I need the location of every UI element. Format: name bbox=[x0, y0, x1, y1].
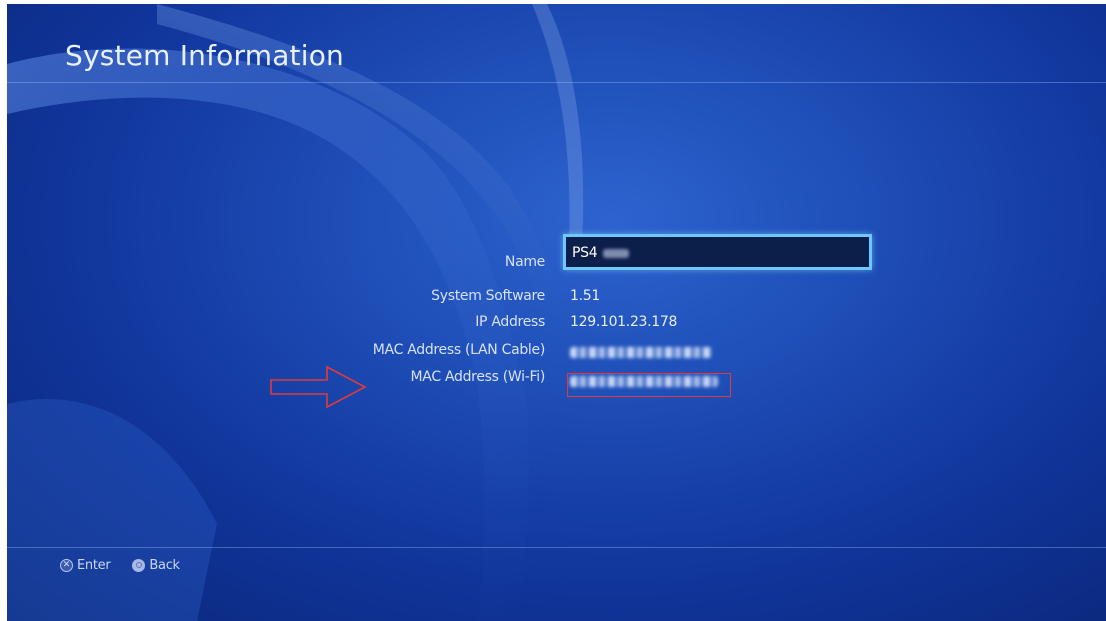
background-wave bbox=[7, 4, 584, 621]
enter-label: Enter bbox=[77, 557, 111, 573]
footer-controls: ✕ Enter Back bbox=[60, 555, 202, 575]
header-divider bbox=[7, 82, 1106, 83]
mac-lan-value bbox=[570, 342, 712, 362]
system-software-label: System Software bbox=[431, 288, 545, 304]
footer-divider bbox=[7, 547, 1106, 548]
circle-button-icon bbox=[132, 558, 146, 572]
info-row-system-software: System Software 1.51 bbox=[7, 288, 1106, 310]
redacted-name-suffix bbox=[603, 248, 630, 258]
info-row-ip-address: IP Address 129.101.23.178 bbox=[7, 314, 1106, 336]
right-arrow-icon bbox=[270, 365, 367, 409]
redacted-mac-lan bbox=[570, 347, 712, 358]
mac-wifi-label: MAC Address (Wi-Fi) bbox=[410, 369, 546, 385]
cross-button-icon: ✕ bbox=[60, 558, 73, 572]
name-field-value: PS4 bbox=[572, 245, 630, 261]
back-control[interactable]: Back bbox=[132, 557, 180, 573]
name-label: Name bbox=[504, 254, 545, 270]
highlight-box bbox=[567, 373, 731, 397]
enter-control[interactable]: ✕ Enter bbox=[60, 557, 111, 573]
name-value-text: PS4 bbox=[572, 245, 598, 261]
mac-lan-label: MAC Address (LAN Cable) bbox=[372, 342, 546, 358]
ps4-system-information-screen: System Information Name PS4 System Softw… bbox=[7, 4, 1106, 621]
ip-address-value: 129.101.23.178 bbox=[570, 314, 678, 330]
ip-address-label: IP Address bbox=[475, 314, 545, 330]
page-title: System Information bbox=[65, 39, 344, 72]
name-field[interactable]: PS4 bbox=[563, 234, 872, 270]
back-label: Back bbox=[149, 557, 180, 573]
info-row-mac-wifi: MAC Address (Wi-Fi) bbox=[7, 369, 1106, 391]
system-software-value: 1.51 bbox=[570, 288, 600, 304]
info-row-mac-lan: MAC Address (LAN Cable) bbox=[7, 342, 1106, 364]
info-row-name: Name bbox=[7, 254, 1106, 276]
